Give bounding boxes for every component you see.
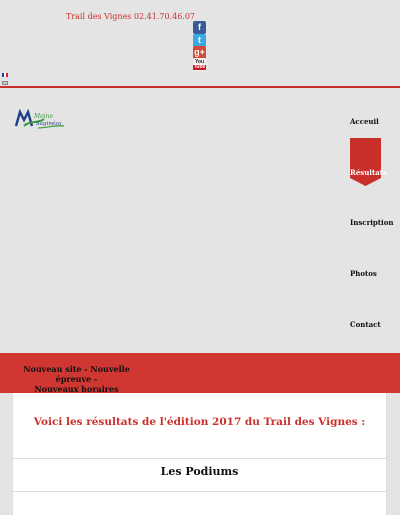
site-logo[interactable]: Moine Saginéza — [14, 106, 66, 132]
podiums-heading: Les Podiums — [160, 465, 239, 478]
news-banner-line-1: Nouveau site - Nouvelle épreuve - — [23, 364, 130, 384]
header-divider — [0, 86, 400, 88]
nav-item-resultats[interactable]: Résultats — [350, 138, 387, 186]
news-banner-text: Nouveau site - Nouvelle épreuve - Nouvea… — [14, 364, 139, 394]
nav-item-contact[interactable]: Contact — [350, 320, 381, 329]
panel-border-right — [386, 393, 387, 515]
results-heading: Voici les résultats de l'édition 2017 du… — [33, 416, 366, 428]
panel-border-left — [12, 393, 13, 515]
french-flag-icon[interactable] — [2, 73, 8, 77]
nav-item-acceuil[interactable]: Acceuil — [350, 117, 379, 126]
nav-item-inscription[interactable]: Inscription — [350, 218, 393, 227]
section-divider — [12, 491, 387, 492]
facebook-icon[interactable]: f — [193, 21, 206, 34]
header-phone-text: Trail des Vignes 02.41.70.46.07 — [66, 12, 196, 21]
nav-item-resultats-label: Résultats — [350, 168, 387, 177]
content-panel — [12, 393, 387, 515]
youtube-icon[interactable]: You Tube — [192, 58, 207, 71]
svg-text:Saginéza: Saginéza — [36, 120, 61, 127]
english-flag-icon[interactable] — [2, 81, 8, 85]
section-divider — [12, 458, 387, 459]
svg-text:Moine: Moine — [33, 113, 54, 120]
nav-item-photos[interactable]: Photos — [350, 269, 377, 278]
